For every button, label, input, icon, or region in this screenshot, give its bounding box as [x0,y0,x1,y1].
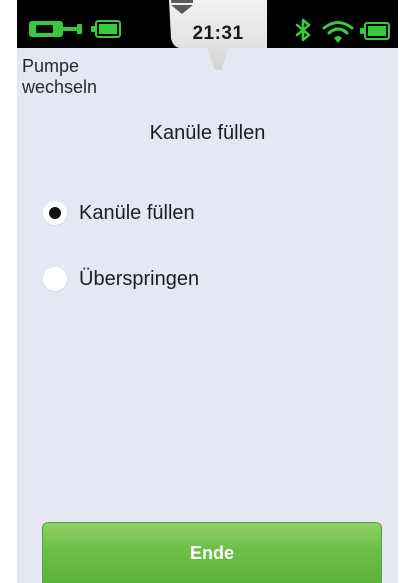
pump-icon [29,20,83,38]
radio-unchecked-icon[interactable] [43,267,67,291]
radio-option-fill-cannula[interactable]: Kanüle füllen [43,196,195,230]
bluetooth-icon [295,18,311,42]
end-button[interactable]: Ende [42,522,382,583]
radio-checked-icon[interactable] [43,201,67,225]
phone-battery-icon [360,22,390,40]
status-clock: 21:31 [192,23,244,44]
back-label-text: Pumpe wechseln [22,56,98,97]
pulldown-tab[interactable]: 21:31 [169,0,267,72]
phone-screen: 21:31 Pumpe wechseln Kanüle füllen Kanül… [17,0,398,583]
wifi-icon [322,21,354,43]
pump-battery-icon [91,20,121,38]
radio-label: Kanüle füllen [79,201,195,224]
pulldown-arrow-icon [171,0,193,14]
screen-title: Kanüle füllen [149,122,266,144]
radio-option-skip[interactable]: Überspringen [43,262,199,296]
status-left-icons [29,20,121,38]
radio-label: Überspringen [79,267,200,290]
back-label[interactable]: Pumpe wechseln [22,56,152,98]
